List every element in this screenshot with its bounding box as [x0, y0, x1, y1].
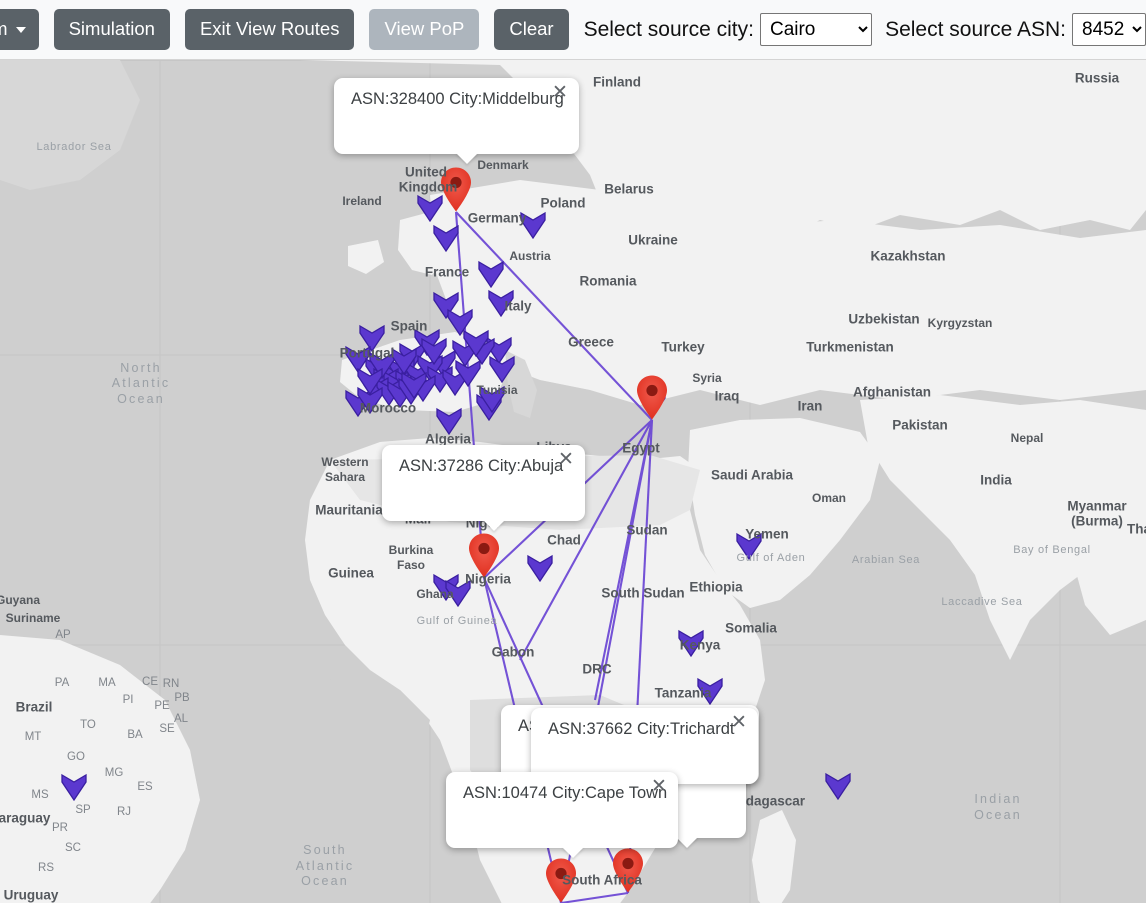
popup-text: ASN:10474 City:Cape Town — [463, 784, 668, 802]
pin-middelburg[interactable] — [439, 166, 473, 212]
popup-text: ASN:37286 City:Abuja — [399, 457, 564, 475]
source-asn-select[interactable]: 8452 — [1072, 13, 1146, 46]
platform-dropdown-label: rm — [0, 18, 8, 39]
info-popup[interactable]: ASN:10474 City:Cape Town ✕ — [446, 772, 678, 858]
pin-trichardt[interactable] — [611, 847, 645, 893]
platform-dropdown-button[interactable]: rm — [0, 9, 39, 50]
pin-cairo[interactable] — [635, 374, 669, 420]
close-icon[interactable]: ✕ — [649, 777, 669, 797]
popup-text: ASN:328400 City:Middelburg — [351, 90, 564, 108]
exit-view-routes-button[interactable]: Exit View Routes — [184, 9, 355, 50]
popup-tail — [562, 847, 584, 858]
close-icon[interactable]: ✕ — [550, 83, 570, 103]
chevron-down-icon — [15, 27, 26, 34]
view-pop-button[interactable]: View PoP — [369, 9, 480, 50]
pin-abuja[interactable] — [467, 532, 501, 578]
simulation-button[interactable]: Simulation — [53, 9, 170, 50]
source-asn-label: Select source ASN: — [885, 17, 1066, 41]
close-icon[interactable]: ✕ — [556, 450, 576, 470]
info-popup[interactable]: ASN:328400 City:Middelburg ✕ — [334, 78, 579, 164]
app-root: rm Simulation Exit View Routes View PoP … — [0, 0, 1146, 903]
clear-button[interactable]: Clear — [494, 9, 569, 50]
popup-tail — [456, 153, 478, 164]
popup-tail — [483, 520, 505, 531]
popup-tail — [676, 837, 698, 848]
toolbar: rm Simulation Exit View Routes View PoP … — [0, 0, 1146, 60]
info-popup[interactable]: ASN:37286 City:Abuja ✕ — [382, 445, 585, 531]
pin-capetown[interactable] — [544, 857, 578, 903]
popup-text: ASN:37662 City:Trichardt — [548, 720, 735, 738]
map-viewport[interactable]: ASN:328400 City:Middelburg ✕ ASN:37286 Cit… — [0, 60, 1146, 903]
source-city-label: Select source city: — [583, 17, 754, 41]
close-icon[interactable]: ✕ — [729, 713, 749, 733]
source-city-select[interactable]: Cairo — [759, 13, 873, 46]
